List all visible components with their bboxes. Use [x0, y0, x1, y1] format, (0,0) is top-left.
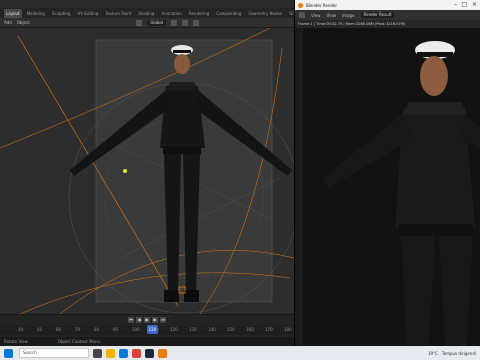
timeline-tick: 120 [170, 327, 178, 332]
render-window: Blender Render – □ × View View Image Ren… [294, 0, 480, 346]
render-info-bar: Frame:1 | Time:00:42.75 | Mem:3266.08M (… [295, 20, 480, 28]
blender-logo-icon [298, 2, 303, 8]
chrome-icon[interactable] [132, 348, 141, 358]
minimize-icon[interactable]: – [454, 1, 457, 9]
play-icon[interactable]: ▶ [144, 316, 150, 323]
tab-layout[interactable]: Layout [4, 8, 22, 18]
light-object[interactable] [123, 169, 127, 173]
windows-taskbar: Search 19°C Tempus dirigendi [0, 346, 480, 360]
timeline-tick: 170 [265, 327, 273, 332]
timeline-tick: 70 [75, 327, 81, 332]
render-titlebar: Blender Render – □ × [295, 0, 480, 10]
editor-type-icon[interactable] [299, 12, 305, 18]
jump-end-icon[interactable]: ⏭ [160, 316, 166, 323]
tab-rendering[interactable]: Rendering [187, 9, 211, 18]
image-menu[interactable]: Image [342, 13, 355, 18]
close-icon[interactable]: × [472, 1, 477, 9]
timeline-tick: 40 [18, 327, 24, 332]
timeline-tick: 140 [208, 327, 216, 332]
status-rotate-view: Rotate View [4, 339, 28, 344]
weather-temp[interactable]: 19°C [428, 351, 438, 356]
timeline-tick: 150 [227, 327, 235, 332]
start-icon[interactable] [4, 348, 13, 358]
timeline-tick: 80 [94, 327, 100, 332]
render-result-canvas[interactable] [303, 28, 480, 346]
tab-uv-editing[interactable]: UV Editing [76, 9, 101, 18]
status-context-menu: Object Context Menu [57, 339, 101, 344]
playback-controls: ⏮ ◀ ▶ ▶ ⏭ [0, 315, 294, 324]
jump-start-icon[interactable]: ⏮ [128, 316, 134, 323]
view-menu-2[interactable]: View [327, 13, 337, 18]
render-slot-select[interactable]: Render Result [360, 12, 395, 18]
steam-icon[interactable] [145, 348, 154, 358]
viewport-scene [0, 28, 294, 314]
snap-icon[interactable] [182, 19, 188, 26]
next-key-icon[interactable]: ▶ [152, 316, 158, 323]
render-toolbar: View View Image Render Result [295, 10, 480, 20]
file-explorer-icon[interactable] [106, 348, 115, 358]
status-bar: Rotate View Object Context Menu [0, 337, 294, 346]
timeline-tick: 180 [284, 327, 292, 332]
object-menu[interactable]: Object [17, 20, 30, 25]
prev-key-icon[interactable]: ◀ [136, 316, 142, 323]
tab-shading[interactable]: Shading [136, 9, 156, 18]
timeline-tick: 60 [56, 327, 62, 332]
edge-icon[interactable] [119, 348, 128, 358]
tab-texture-paint[interactable]: Texture Paint [103, 9, 133, 18]
3d-viewport[interactable] [0, 28, 294, 314]
tab-modeling[interactable]: Modeling [25, 9, 47, 18]
blender-taskbar-icon[interactable] [158, 348, 167, 358]
timeline-tick: 100 [132, 327, 140, 332]
system-tray: 19°C Tempus dirigendi [428, 346, 476, 360]
current-frame-indicator[interactable]: 120 [147, 325, 158, 334]
timeline-tick: 90 [113, 327, 119, 332]
tab-sculpting[interactable]: Sculpting [50, 9, 73, 18]
timeline-tick: 160 [246, 327, 254, 332]
transform-orientation-select[interactable]: Global [147, 19, 166, 26]
add-menu[interactable]: Add [4, 20, 12, 25]
view-menu[interactable]: View [311, 13, 321, 18]
tab-compositing[interactable]: Compositing [214, 9, 243, 18]
blender-main-window: Layout Modeling Sculpting UV Editing Tex… [0, 0, 307, 346]
tab-geometry-nodes[interactable]: Geometry Nodes [246, 9, 284, 18]
tab-animation[interactable]: Animation [159, 9, 183, 18]
render-image [303, 28, 480, 346]
weather-desc[interactable]: Tempus dirigendi [442, 351, 476, 356]
timeline-tick: 130 [189, 327, 197, 332]
viewport-header: Add Object Global [0, 18, 294, 28]
task-view-icon[interactable] [93, 348, 102, 358]
taskbar-search[interactable]: Search [19, 348, 89, 358]
maximize-icon[interactable]: □ [461, 1, 467, 9]
proportional-icon[interactable] [193, 19, 199, 26]
render-window-title: Blender Render [306, 2, 338, 8]
timeline-tick: 50 [37, 327, 43, 332]
pivot-icon[interactable] [171, 19, 177, 26]
workspace-tabs: Layout Modeling Sculpting UV Editing Tex… [0, 8, 307, 18]
orientation-icon[interactable] [136, 19, 143, 26]
